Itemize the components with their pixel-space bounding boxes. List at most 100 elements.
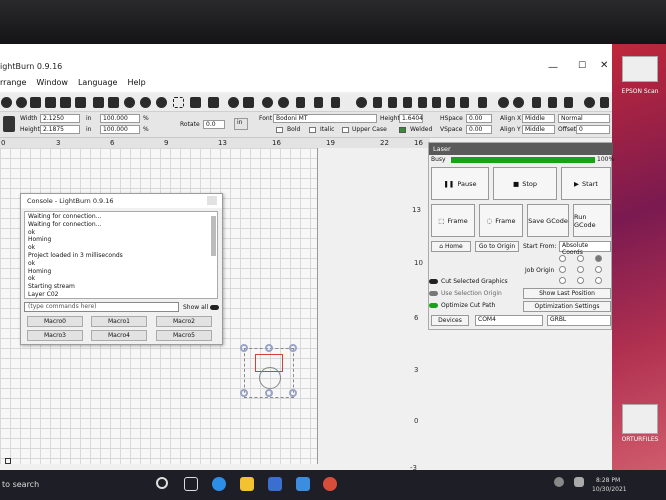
start-button[interactable]: ▶ Start <box>561 167 611 200</box>
job-origin-radio[interactable] <box>595 277 602 284</box>
offset-input[interactable]: 0 <box>576 125 610 134</box>
send-icon[interactable] <box>564 97 573 108</box>
scale-width-input[interactable]: 100.000 <box>100 114 140 123</box>
user-icon[interactable] <box>278 97 289 108</box>
user-icon[interactable] <box>498 97 509 108</box>
align-icon[interactable] <box>600 97 609 108</box>
macro-button[interactable]: Macro0 <box>27 316 83 327</box>
home-button[interactable]: ⌂ Home <box>431 241 471 252</box>
job-origin-radio[interactable] <box>559 277 566 284</box>
lock-icon[interactable] <box>3 116 15 132</box>
bold-checkbox[interactable] <box>276 127 283 133</box>
macro-button[interactable]: Macro5 <box>156 330 212 341</box>
delete-icon[interactable] <box>75 97 86 108</box>
move-handle-icon[interactable] <box>259 367 281 389</box>
italic-checkbox[interactable] <box>309 127 316 133</box>
send-icon[interactable] <box>331 97 340 108</box>
align-icon[interactable] <box>432 97 441 108</box>
frame-circle-button[interactable]: ◌ Frame <box>479 204 523 237</box>
rotate-handle[interactable] <box>289 389 297 397</box>
move-icon[interactable] <box>108 97 119 108</box>
rotate-input[interactable]: 0.0 <box>203 120 225 129</box>
menu-arrange[interactable]: rrange <box>0 78 26 92</box>
job-origin-radio[interactable] <box>595 255 602 262</box>
log-scrollbar[interactable] <box>211 216 216 256</box>
go-to-origin-button[interactable]: Go to Origin <box>475 241 519 252</box>
mirror-icon[interactable] <box>532 97 541 108</box>
job-origin-radio[interactable] <box>577 277 584 284</box>
mirror-icon[interactable] <box>548 97 557 108</box>
lightburn-taskbar-icon[interactable] <box>323 477 337 491</box>
align-icon[interactable] <box>418 97 427 108</box>
font-select[interactable]: Bodoni MT <box>273 114 377 123</box>
frame-button[interactable]: ⬚ Frame <box>431 204 475 237</box>
target-icon[interactable] <box>356 97 367 108</box>
units-toggle-button[interactable]: in <box>234 118 248 130</box>
rotate-handle[interactable] <box>289 344 297 352</box>
menu-help[interactable]: Help <box>127 78 145 92</box>
show-last-position-button[interactable]: Show Last Position <box>523 288 611 299</box>
zoom-fit-icon[interactable] <box>156 97 167 108</box>
job-origin-radio[interactable] <box>595 266 602 273</box>
controller-select[interactable]: GRBL <box>547 315 611 326</box>
mirror-icon[interactable] <box>314 97 323 108</box>
welded-checkbox[interactable] <box>399 127 406 133</box>
align-icon[interactable] <box>373 97 382 108</box>
job-origin-radio[interactable] <box>577 255 584 262</box>
task-view-icon[interactable] <box>184 477 198 491</box>
cortana-icon[interactable] <box>156 477 168 489</box>
camera-icon[interactable] <box>190 97 201 108</box>
mirror-icon[interactable] <box>296 97 305 108</box>
stop-button[interactable]: ■ Stop <box>493 167 557 200</box>
hspace-input[interactable]: 0.00 <box>466 114 492 123</box>
menu-window[interactable]: Window <box>36 78 68 92</box>
vspace-input[interactable]: 0.00 <box>466 125 492 134</box>
macro-button[interactable]: Macro3 <box>27 330 83 341</box>
mail-icon[interactable] <box>296 477 310 491</box>
optimization-settings-button[interactable]: Optimization Settings <box>523 301 611 312</box>
maximize-icon[interactable]: ☐ <box>578 61 586 71</box>
zoom-in-icon[interactable] <box>124 97 135 108</box>
copy-icon[interactable] <box>30 97 41 108</box>
paste-icon[interactable] <box>60 97 71 108</box>
selected-text-object[interactable] <box>240 344 297 398</box>
network-icon[interactable] <box>554 477 564 487</box>
close-icon[interactable]: ✕ <box>600 60 608 71</box>
minimize-icon[interactable]: — <box>548 62 558 73</box>
file-explorer-icon[interactable] <box>240 477 254 491</box>
distribute-icon[interactable] <box>446 97 455 108</box>
align-icon[interactable] <box>403 97 412 108</box>
use-selection-origin-toggle[interactable] <box>429 291 438 296</box>
user-icon[interactable] <box>262 97 273 108</box>
tools-icon[interactable] <box>243 97 254 108</box>
console-close-icon[interactable] <box>207 196 217 205</box>
edge-browser-icon[interactable] <box>212 477 226 491</box>
align-icon[interactable] <box>388 97 397 108</box>
distribute-icon[interactable] <box>478 97 487 108</box>
devices-button[interactable]: Devices <box>431 315 469 326</box>
upper-case-checkbox[interactable] <box>342 127 349 133</box>
distribute-icon[interactable] <box>460 97 469 108</box>
run-gcode-button[interactable]: Run GCode <box>573 204 611 237</box>
width-input[interactable]: 2.1250 <box>40 114 80 123</box>
rotate-handle[interactable] <box>265 344 273 352</box>
zoom-out-icon[interactable] <box>140 97 151 108</box>
show-all-toggle[interactable] <box>210 305 219 310</box>
rotate-handle[interactable] <box>240 389 248 397</box>
cut-icon[interactable] <box>45 97 56 108</box>
volume-icon[interactable] <box>574 477 584 487</box>
monitor-icon[interactable] <box>208 97 219 108</box>
height-input[interactable]: 2.1875 <box>40 125 80 134</box>
macro-button[interactable]: Macro1 <box>91 316 147 327</box>
folder-icon[interactable] <box>622 404 658 434</box>
menu-language[interactable]: Language <box>78 78 117 92</box>
scale-height-input[interactable]: 100.000 <box>100 125 140 134</box>
text-style-select[interactable]: Normal <box>558 114 610 123</box>
optimize-toggle[interactable] <box>429 303 438 308</box>
job-origin-radio[interactable] <box>559 255 566 262</box>
start-from-select[interactable]: Absolute Coords <box>559 241 611 256</box>
zoom-selection-icon[interactable] <box>173 97 184 108</box>
store-icon[interactable] <box>268 477 282 491</box>
macro-button[interactable]: Macro4 <box>91 330 147 341</box>
port-select[interactable]: COM4 <box>475 315 543 326</box>
